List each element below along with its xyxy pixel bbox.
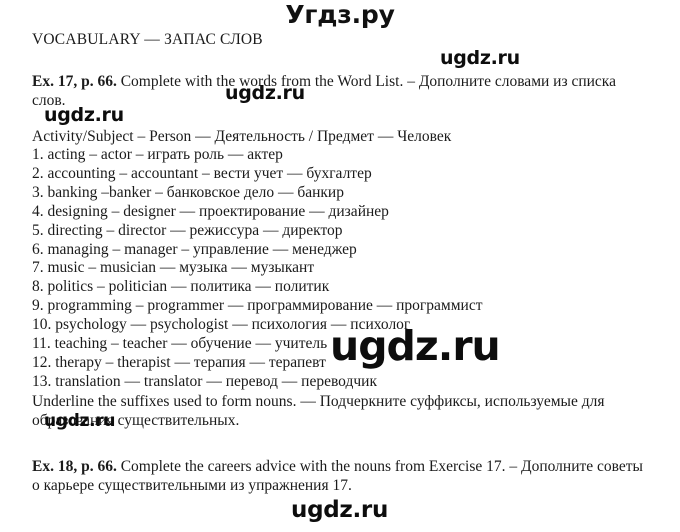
list-item: 2. accounting – accountant – вести учет … [32,164,372,182]
exercise-18-label: Ex. 18, p. 66. [32,457,117,475]
exercise-18-prompt: Ex. 18, p. 66. Complete the careers advi… [32,457,648,495]
list-item: 8. politics – politician — политика — по… [32,278,330,296]
document-body: VOCABULARY — ЗАПАС СЛОВ Ex. 17, p. 66. C… [32,30,648,495]
watermark: ugdz.ru [44,411,116,431]
watermark: ugdz.ru [291,497,389,523]
underline-instruction: Underline the suffixes used to form noun… [32,392,605,429]
list-item: 1. acting – actor – играть роль — актер [32,146,283,163]
list-item: 13. translation — translator — перевод —… [32,372,377,390]
list-item: 4. designing – designer — проектирование… [32,202,389,220]
exercise-18-text: Complete the careers advice with the nou… [32,457,643,494]
watermark: ugdz.ru [225,82,305,104]
watermark: ugdz.ru [330,322,501,370]
list-item: 7. music – musician — музыка — музыкант [32,259,315,277]
exercise-17-label: Ex. 17, p. 66. [32,73,117,90]
site-logo: Угдз.ру [285,0,395,29]
exercise-17-prompt: Ex. 17, p. 66. Complete with the words f… [32,72,648,110]
word-list-header: Activity/Subject – Person — Деятельность… [32,128,452,145]
list-item: 3. banking –banker – банковское дело — б… [32,183,344,201]
list-item: 5. directing – director — режиссура — ди… [32,221,343,239]
page-title: VOCABULARY — ЗАПАС СЛОВ [32,31,263,48]
list-item: 9. programming – programmer — программир… [32,297,483,315]
watermark: ugdz.ru [44,104,124,126]
list-item: 6. managing – manager – управление — мен… [32,240,357,258]
watermark: ugdz.ru [440,47,520,69]
